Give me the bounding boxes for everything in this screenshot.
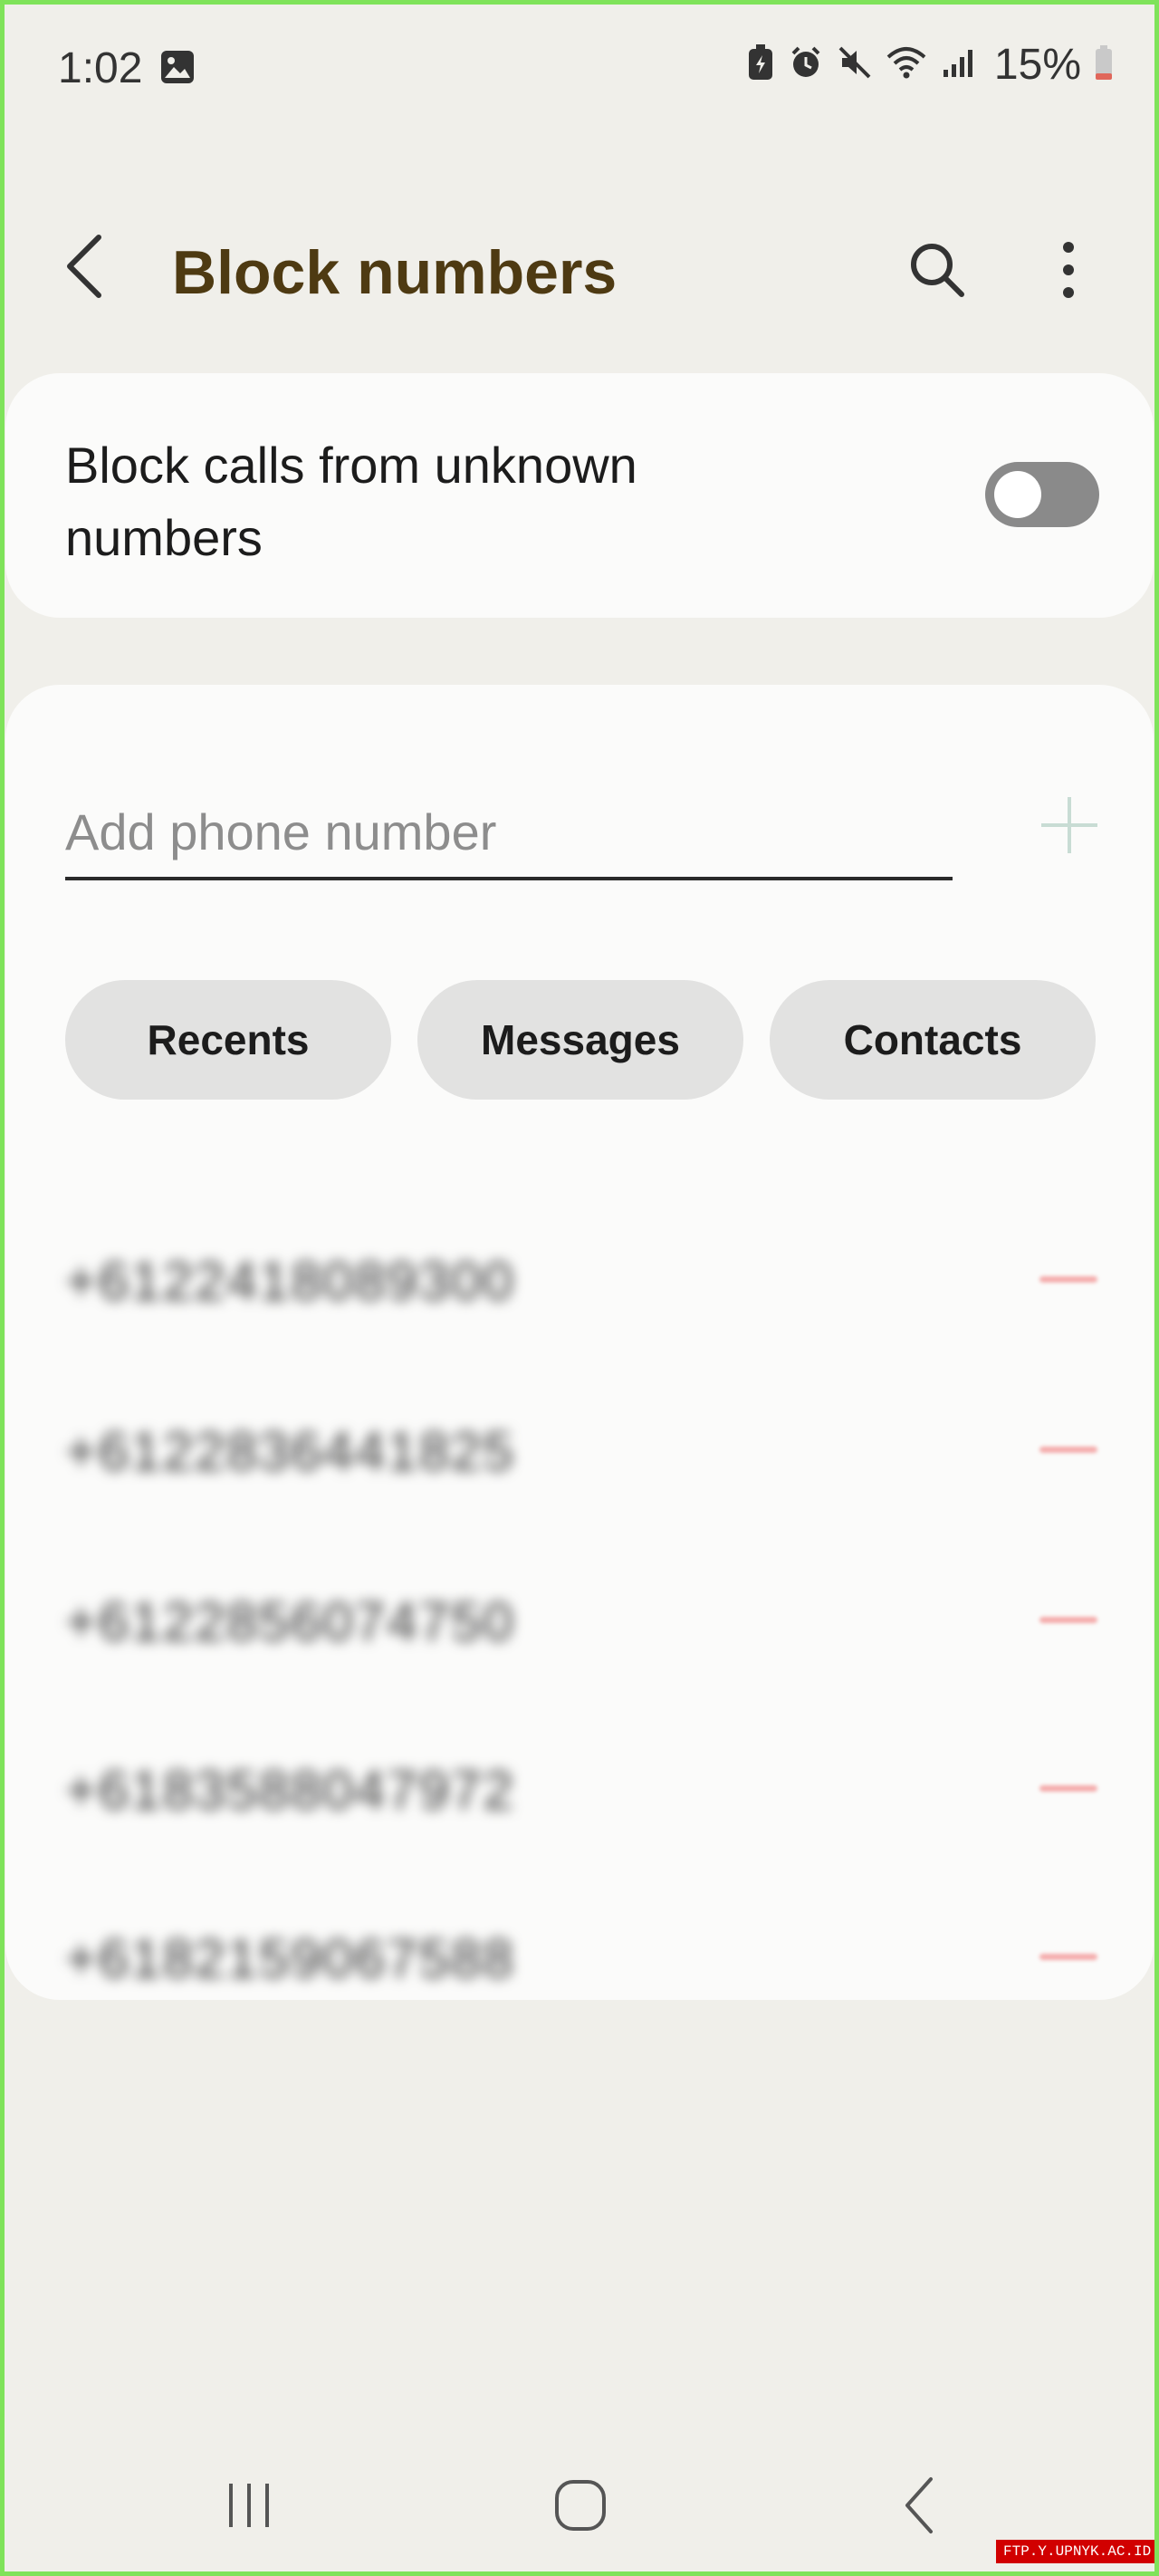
status-time: 1:02 bbox=[58, 44, 143, 92]
blocked-number: +6182159067588 bbox=[65, 1928, 515, 1989]
plus-icon bbox=[1041, 797, 1097, 853]
home-icon bbox=[555, 2480, 606, 2531]
add-phone-number-input[interactable] bbox=[65, 786, 953, 880]
minus-icon bbox=[1039, 1275, 1097, 1283]
add-number-button[interactable] bbox=[1029, 784, 1110, 866]
nav-back-button[interactable] bbox=[878, 2469, 960, 2542]
blocked-number-row: +6122418089300 bbox=[65, 1234, 1106, 1324]
battery-icon bbox=[1094, 43, 1114, 86]
blocked-number: +6183588047972 bbox=[65, 1760, 515, 1821]
more-options-button[interactable] bbox=[1041, 234, 1096, 306]
battery-percentage: 15% bbox=[993, 41, 1081, 89]
back-button[interactable] bbox=[56, 230, 110, 303]
remove-number-button[interactable] bbox=[1030, 1929, 1106, 1984]
battery-saver-icon bbox=[746, 43, 775, 86]
blocked-number-row: +6182159067588 bbox=[65, 1911, 1106, 2002]
blocked-number: +6122856074750 bbox=[65, 1591, 515, 1652]
recent-apps-button[interactable] bbox=[208, 2469, 290, 2542]
remove-number-button[interactable] bbox=[1030, 1422, 1106, 1476]
block-unknown-label: Block calls from unknown numbers bbox=[65, 437, 637, 566]
recent-apps-icon bbox=[229, 2484, 269, 2527]
blocked-numbers-card: Recents Messages Contacts +6122418089300… bbox=[5, 685, 1154, 2000]
page-title: Block numbers bbox=[172, 238, 618, 307]
blocked-number-row: +6122856074750 bbox=[65, 1574, 1106, 1665]
search-button[interactable] bbox=[896, 234, 978, 306]
remove-number-button[interactable] bbox=[1030, 1592, 1106, 1647]
messages-chip[interactable]: Messages bbox=[417, 980, 743, 1100]
block-unknown-card: Block calls from unknown numbers bbox=[5, 373, 1154, 618]
status-bar: 1:02 15% bbox=[0, 0, 1159, 136]
minus-icon bbox=[1039, 1446, 1097, 1453]
blocked-number: +6122418089300 bbox=[65, 1251, 515, 1312]
recents-chip[interactable]: Recents bbox=[65, 980, 391, 1100]
watermark: FTP.Y.UPNYK.AC.ID bbox=[996, 2540, 1159, 2563]
minus-icon bbox=[1039, 1953, 1097, 1960]
search-icon bbox=[911, 244, 964, 297]
more-vertical-icon bbox=[1063, 242, 1074, 298]
contacts-chip[interactable]: Contacts bbox=[770, 980, 1096, 1100]
back-icon bbox=[905, 2477, 933, 2533]
back-arrow-icon bbox=[67, 235, 101, 298]
gallery-icon bbox=[159, 49, 196, 90]
block-unknown-toggle[interactable] bbox=[985, 462, 1099, 527]
remove-number-button[interactable] bbox=[1030, 1761, 1106, 1815]
navigation-bar bbox=[0, 2409, 1159, 2572]
mute-icon bbox=[837, 44, 873, 85]
signal-icon bbox=[940, 44, 976, 85]
status-icons: 15% bbox=[746, 40, 1114, 90]
home-button[interactable] bbox=[540, 2469, 621, 2542]
remove-number-button[interactable] bbox=[1030, 1252, 1106, 1306]
blocked-number-row: +6183588047972 bbox=[65, 1743, 1106, 1833]
minus-icon bbox=[1039, 1784, 1097, 1792]
app-header: Block numbers bbox=[0, 208, 1159, 326]
toggle-knob bbox=[994, 471, 1041, 518]
alarm-icon bbox=[788, 44, 824, 85]
blocked-number-row: +6122836441825 bbox=[65, 1404, 1106, 1495]
wifi-icon bbox=[886, 44, 927, 85]
blocked-number: +6122836441825 bbox=[65, 1421, 515, 1482]
minus-icon bbox=[1039, 1616, 1097, 1623]
